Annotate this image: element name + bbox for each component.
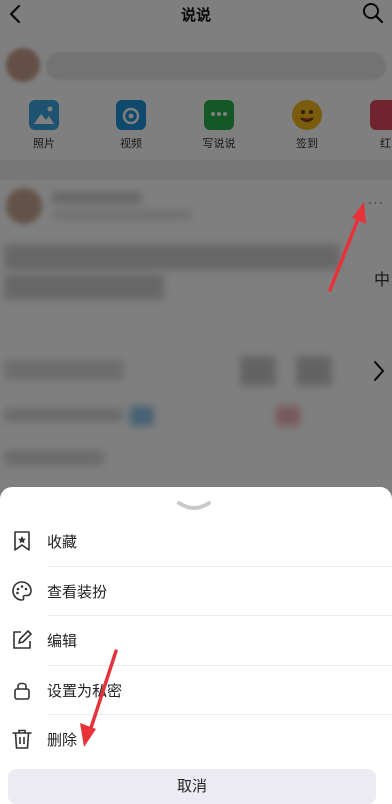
action-sheet: 收藏 查看装扮 编辑 设置为私密 删除 取消: [0, 487, 392, 804]
menu-item-view-decoration[interactable]: 查看装扮: [0, 567, 392, 616]
menu-item-delete[interactable]: 删除: [0, 715, 392, 765]
menu-item-label: 查看装扮: [47, 582, 108, 601]
menu-item-label: 编辑: [47, 632, 78, 650]
menu-item-label: 删除: [47, 731, 78, 749]
menu-item-label: 收藏: [47, 533, 78, 551]
chevron-down-icon[interactable]: [176, 499, 212, 513]
annotation-arrow-icon: [328, 202, 366, 292]
palette-icon: [12, 580, 32, 601]
trash-icon: [12, 729, 32, 749]
annotation-arrow-icon: [80, 649, 118, 747]
sheet-menu: 收藏 查看装扮 编辑 设置为私密 删除: [0, 517, 392, 765]
edit-icon: [13, 630, 32, 649]
menu-item-favorite[interactable]: 收藏: [0, 517, 392, 567]
menu-item-edit[interactable]: 编辑: [0, 616, 392, 666]
cancel-button[interactable]: 取消: [8, 769, 376, 804]
bookmark-star-icon: [14, 531, 30, 551]
lock-icon: [14, 682, 30, 700]
menu-item-set-private[interactable]: 设置为私密: [0, 666, 392, 715]
